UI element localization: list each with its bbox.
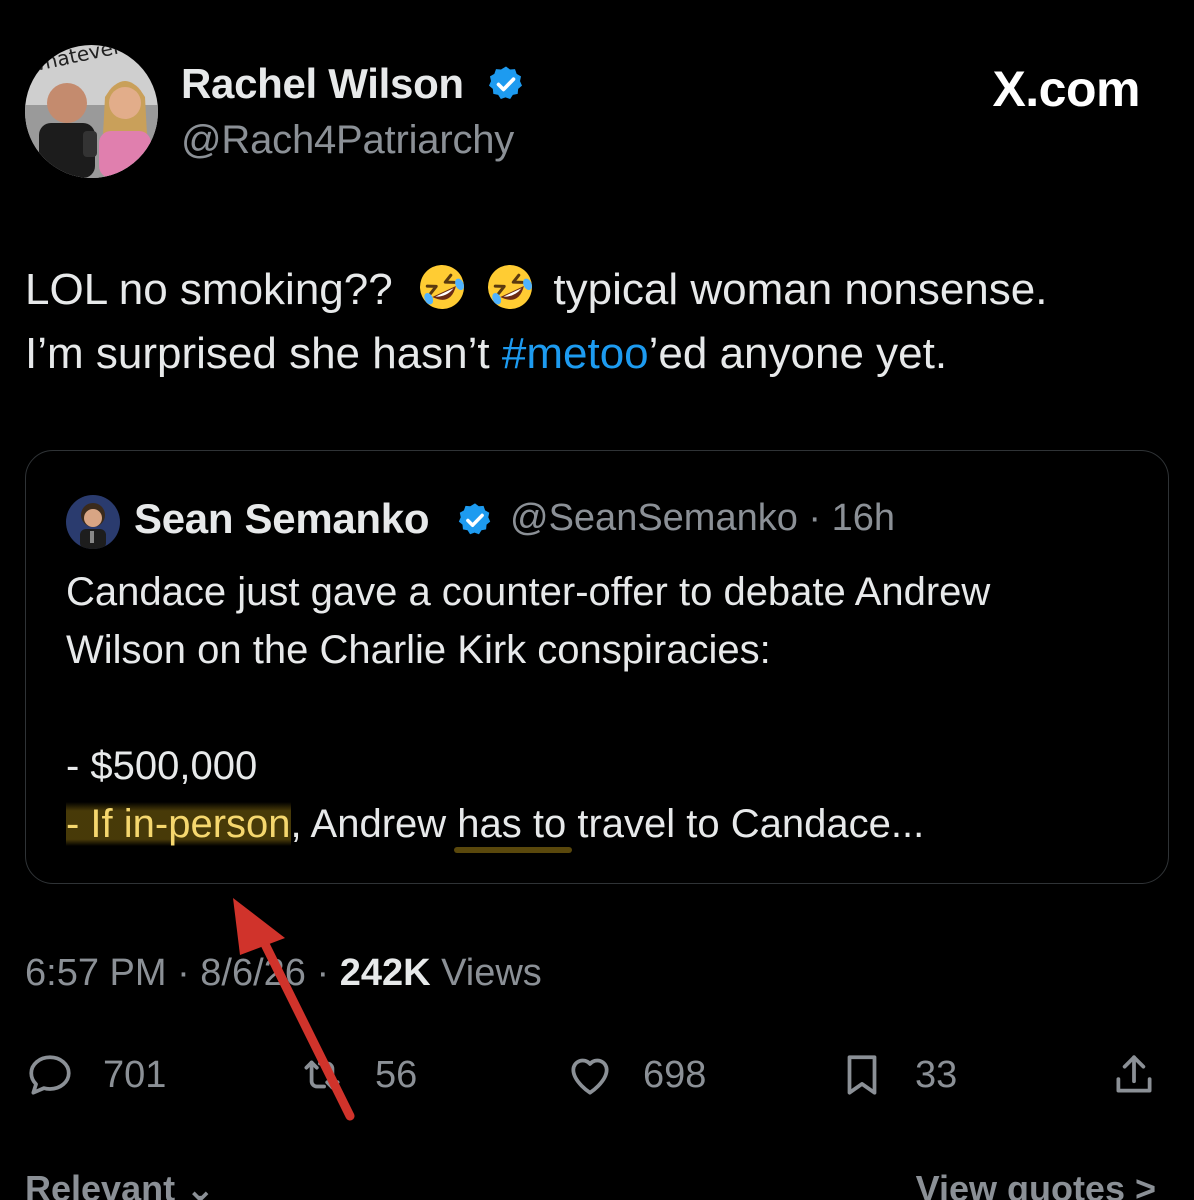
tweet-text: LOL no smoking?? typical woman nonsense.…: [25, 258, 1175, 386]
tweet-line-2: I’m surprised she hasn’t #metoo’ed anyon…: [25, 322, 1175, 386]
site-label: X.com: [992, 61, 1140, 117]
quoted-blank-line: [66, 679, 1146, 737]
quoted-line: Candace just gave a counter-offer to deb…: [66, 570, 991, 614]
quoted-tweet-text: Candace just gave a counter-offer to deb…: [66, 563, 1146, 853]
hashtag-link[interactable]: #metoo: [502, 329, 649, 378]
author-handle[interactable]: @Rach4Patriarchy: [181, 118, 514, 163]
quoted-author-handle[interactable]: @SeanSemanko · 16h: [510, 497, 895, 540]
share-icon: [1116, 1055, 1152, 1093]
repost-count: 56: [375, 1053, 418, 1096]
tweet-text-part: LOL no smoking??: [25, 265, 393, 314]
bookmark-count: 33: [915, 1053, 958, 1096]
laughing-emoji-icon: [419, 265, 464, 309]
quoted-author-name[interactable]: Sean Semanko: [134, 495, 430, 543]
sort-replies-dropdown[interactable]: Relevant ⌄: [25, 1168, 215, 1200]
bookmark-button[interactable]: 33: [837, 1040, 957, 1110]
reply-count: 701: [103, 1053, 167, 1096]
tweet-actions-bar: 701 56 698 33: [25, 1040, 1169, 1110]
laughing-emoji-icon: [488, 265, 533, 309]
tweet-meta: 6:57 PM · 8/6/26 · 242K Views: [25, 952, 542, 995]
reply-icon: [29, 1055, 71, 1095]
highlighter-underline: [454, 847, 572, 853]
verified-badge-icon: [489, 66, 522, 99]
quoted-line: - If in-person, Andrew has to travel to …: [66, 795, 1146, 853]
quoted-text-part: , Andrew has to travel to Candace...: [290, 802, 925, 846]
quoted-line: Wilson on the Charlie Kirk conspiracies:: [66, 628, 771, 672]
quoted-tweet-card[interactable]: Sean Semanko @SeanSemanko · 16h Candace …: [25, 450, 1169, 884]
repost-button[interactable]: 56: [297, 1040, 417, 1110]
view-quotes-link[interactable]: View quotes >: [916, 1168, 1156, 1200]
timestamp[interactable]: 6:57 PM · 8/6/26 ·: [25, 952, 340, 994]
quoted-line: - $500,000: [66, 744, 258, 788]
share-button[interactable]: [1109, 1040, 1159, 1110]
views-label: Views: [430, 952, 542, 994]
tweet-text-part: ’ed anyone yet.: [648, 329, 948, 378]
like-button[interactable]: 698: [565, 1040, 706, 1110]
highlighted-text: - If in-person: [66, 802, 291, 846]
bookmark-icon: [847, 1055, 877, 1095]
tweet-text-part: I’m surprised she hasn’t: [25, 329, 502, 378]
tweet-text-part: typical woman nonsense.: [553, 265, 1048, 314]
reply-button[interactable]: 701: [25, 1040, 166, 1110]
tweet-line-1: LOL no smoking?? typical woman nonsense.: [25, 258, 1175, 322]
verified-badge-icon: [458, 503, 491, 535]
repost-icon: [304, 1060, 340, 1090]
views-count: 242K: [339, 952, 431, 994]
author-name[interactable]: Rachel Wilson: [181, 60, 464, 108]
quoted-author-avatar[interactable]: [66, 495, 120, 549]
author-avatar[interactable]: whatever: [25, 45, 158, 178]
heart-icon: [571, 1058, 609, 1095]
like-count: 698: [643, 1053, 707, 1096]
